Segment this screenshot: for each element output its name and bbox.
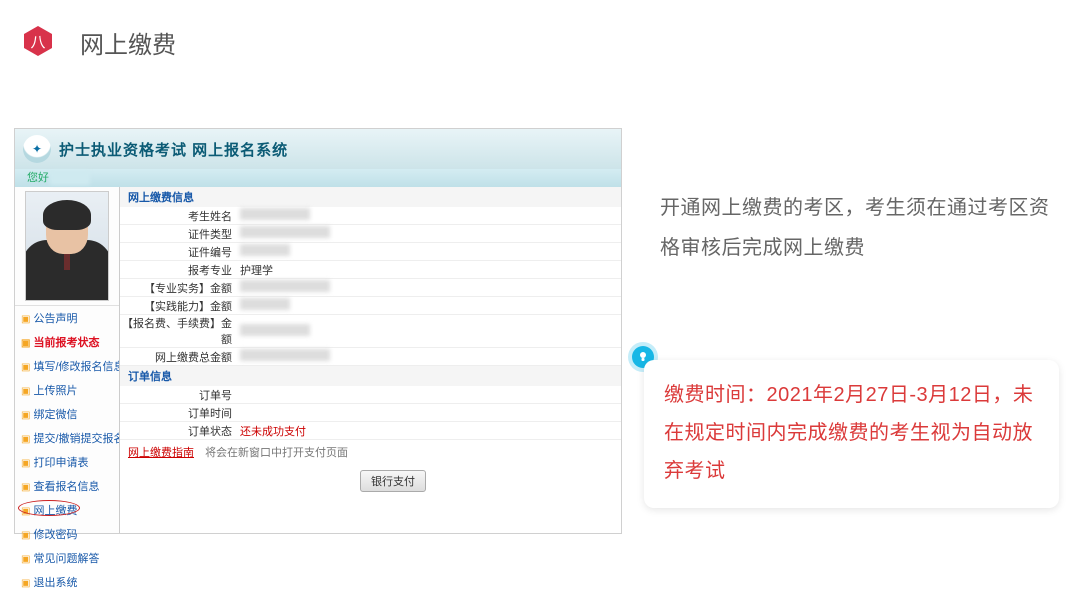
menu-bullet-icon: ▣ xyxy=(21,530,30,541)
sidebar-item-1[interactable]: ▣当前报考状态 xyxy=(15,330,119,354)
bank-pay-button[interactable]: 银行支付 xyxy=(360,470,426,492)
info-value: 护理学 xyxy=(240,262,621,278)
value-blur xyxy=(240,208,310,220)
order-value: 还未成功支付 xyxy=(240,423,621,439)
menu-bullet-icon: ▣ xyxy=(21,434,30,445)
info-value xyxy=(240,324,621,339)
sidebar-item-label: 网上缴费 xyxy=(33,505,77,517)
value-blur xyxy=(240,226,330,238)
info-row: 证件编号 xyxy=(120,243,621,261)
sidebar-item-2[interactable]: ▣填写/修改报名信息 xyxy=(15,354,119,378)
sidebar-item-0[interactable]: ▣公告声明 xyxy=(15,306,119,330)
info-value xyxy=(240,349,621,364)
sidebar-item-3[interactable]: ▣上传照片 xyxy=(15,378,119,402)
app-header: 护士执业资格考试 网上报名系统 xyxy=(15,129,621,169)
sidebar-item-4[interactable]: ▣绑定微信 xyxy=(15,402,119,426)
sidebar-item-label: 提交/撤销提交报名 xyxy=(33,433,119,445)
sidebar-item-7[interactable]: ▣查看报名信息 xyxy=(15,474,119,498)
app-title: 护士执业资格考试 网上报名系统 xyxy=(59,139,288,160)
svg-text:八: 八 xyxy=(30,35,45,51)
photo-box xyxy=(15,187,119,305)
value-blur xyxy=(240,244,290,256)
sidebar-item-label: 修改密码 xyxy=(33,529,77,541)
info-row: 报考专业护理学 xyxy=(120,261,621,279)
info-label: 证件类型 xyxy=(120,226,240,242)
sidebar-item-label: 公告声明 xyxy=(33,313,77,325)
candidate-photo xyxy=(25,191,109,301)
sidebar-item-label: 当前报考状态 xyxy=(33,337,99,349)
sidebar-item-label: 绑定微信 xyxy=(33,409,77,421)
menu-bullet-icon: ▣ xyxy=(21,338,30,349)
sidebar-item-11[interactable]: ▣退出系统 xyxy=(15,570,119,594)
order-row: 订单时间 xyxy=(120,404,621,422)
info-value xyxy=(240,208,621,223)
tip-box: 缴费时间：2021年2月27日-3月12日，未在规定时间内完成缴费的考生视为自动… xyxy=(644,360,1059,508)
menu-bullet-icon: ▣ xyxy=(21,506,30,517)
sidebar-item-8[interactable]: ▣网上缴费 xyxy=(15,498,119,522)
info-row: 【报名费、手续费】金额 xyxy=(120,315,621,348)
sidebar-item-label: 填写/修改报名信息 xyxy=(33,361,119,373)
info-row: 证件类型 xyxy=(120,225,621,243)
welcome-bar: 您好 xyxy=(15,169,621,187)
sidebar-item-6[interactable]: ▣打印申请表 xyxy=(15,450,119,474)
sidebar-item-label: 上传照片 xyxy=(33,385,77,397)
info-value xyxy=(240,226,621,241)
payment-guide-link[interactable]: 网上缴费指南 xyxy=(120,440,202,464)
step-badge-icon: 八 xyxy=(22,25,54,57)
info-label: 报考专业 xyxy=(120,262,240,278)
info-label: 【专业实务】金额 xyxy=(120,280,240,296)
sidebar-item-10[interactable]: ▣常见问题解答 xyxy=(15,546,119,570)
order-row: 订单号 xyxy=(120,386,621,404)
info-row: 【专业实务】金额 xyxy=(120,279,621,297)
info-value xyxy=(240,244,621,259)
info-label: 【实践能力】金额 xyxy=(120,298,240,314)
info-label: 考生姓名 xyxy=(120,208,240,224)
info-label: 网上缴费总金额 xyxy=(120,349,240,365)
menu-bullet-icon: ▣ xyxy=(21,578,30,589)
menu-bullet-icon: ▣ xyxy=(21,554,30,565)
menu-bullet-icon: ▣ xyxy=(21,386,30,397)
left-column: ▣公告声明▣当前报考状态▣填写/修改报名信息▣上传照片▣绑定微信▣提交/撤销提交… xyxy=(15,187,120,533)
order-label: 订单状态 xyxy=(120,423,240,439)
info-row: 网上缴费总金额 xyxy=(120,348,621,366)
sidebar-item-label: 退出系统 xyxy=(33,577,77,589)
order-row: 订单状态还未成功支付 xyxy=(120,422,621,440)
info-value xyxy=(240,298,621,313)
sidebar-item-label: 常见问题解答 xyxy=(33,553,99,565)
payment-info-title: 网上缴费信息 xyxy=(120,187,621,207)
value-blur xyxy=(240,324,310,336)
sidebar-item-label: 打印申请表 xyxy=(33,457,88,469)
menu-bullet-icon: ▣ xyxy=(21,314,30,325)
info-row: 考生姓名 xyxy=(120,207,621,225)
sidebar-item-9[interactable]: ▣修改密码 xyxy=(15,522,119,546)
app-screenshot: 护士执业资格考试 网上报名系统 您好 ▣公告声明▣当前报考状态▣填写/修改报名信… xyxy=(14,128,622,534)
menu-bullet-icon: ▣ xyxy=(21,482,30,493)
info-value xyxy=(240,280,621,295)
content-area: 网上缴费信息 考生姓名证件类型证件编号报考专业护理学【专业实务】金额【实践能力】… xyxy=(120,187,621,533)
value-blur xyxy=(240,298,290,310)
page-title: 网上缴费 xyxy=(80,25,176,60)
username-blur xyxy=(50,171,90,185)
welcome-label: 您好 xyxy=(27,172,49,184)
info-label: 证件编号 xyxy=(120,244,240,260)
info-label: 【报名费、手续费】金额 xyxy=(120,315,240,347)
value-blur xyxy=(240,280,330,292)
menu-bullet-icon: ▣ xyxy=(21,458,30,469)
order-info-title: 订单信息 xyxy=(120,366,621,386)
order-label: 订单号 xyxy=(120,387,240,403)
sidebar-menu: ▣公告声明▣当前报考状态▣填写/修改报名信息▣上传照片▣绑定微信▣提交/撤销提交… xyxy=(15,305,119,594)
value-blur xyxy=(240,349,330,361)
order-label: 订单时间 xyxy=(120,405,240,421)
app-logo-icon xyxy=(23,135,51,163)
sidebar-item-label: 查看报名信息 xyxy=(33,481,99,493)
sidebar-item-5[interactable]: ▣提交/撤销提交报名 xyxy=(15,426,119,450)
info-row: 【实践能力】金额 xyxy=(120,297,621,315)
guide-note: 将会在新窗口中打开支付页面 xyxy=(205,447,348,459)
menu-bullet-icon: ▣ xyxy=(21,362,30,373)
menu-bullet-icon: ▣ xyxy=(21,410,30,421)
description-text: 开通网上缴费的考区，考生须在通过考区资格审核后完成网上缴费 xyxy=(660,188,1060,268)
